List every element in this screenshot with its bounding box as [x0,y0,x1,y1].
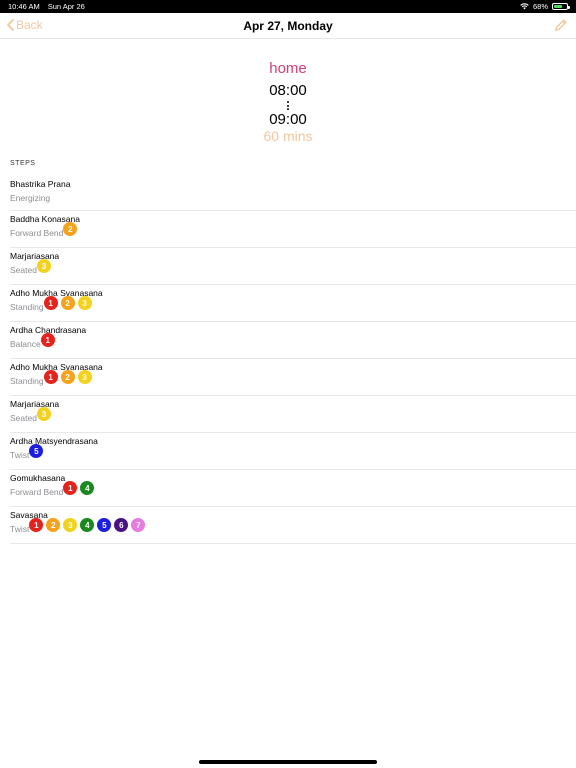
step-row[interactable]: Adho Mukha Svanasana Standing 1 2 3 [10,285,576,322]
level-badge: 2 [46,518,61,532]
level-badges: 14 [63,481,95,495]
step-detail: Twist 5 [10,444,576,461]
level-badge: 7 [131,518,146,532]
step-detail: Seated 3 [10,407,576,424]
level-badge: 5 [29,444,44,458]
step-name: Marjariasana [10,251,60,261]
level-badge: 4 [80,518,95,532]
session-header: home 08:00 09:00 60 mins [0,60,576,144]
start-time: 08:00 [269,82,307,99]
step-row[interactable]: Bhastrika Prana Energizing [10,178,576,211]
level-badges: 2 [63,222,78,236]
step-category: Standing [10,376,44,386]
level-badge: 6 [114,518,129,532]
navigation-bar: Back Apr 27, Monday [0,13,576,39]
step-detail: Forward Bend 2 [10,222,576,239]
step-category: Standing [10,302,44,312]
home-indicator [199,760,377,764]
status-right: 68% [520,2,570,11]
step-category: Forward Bend [10,228,64,238]
level-badges: 5 [29,444,44,458]
step-category: Seated [10,265,37,275]
step-name: Bhastrika Prana [10,179,71,189]
level-badge: 3 [77,296,92,310]
step-row[interactable]: Ardha Chandrasana Balance 1 [10,322,576,359]
step-name: Adho Mukha Svanasana [10,362,103,372]
status-bar: 10:46 AM Sun Apr 26 68% [0,0,576,13]
chevron-left-icon [7,19,14,31]
step-detail: Standing 1 2 3 [10,296,576,313]
step-row[interactable]: Marjariasana Seated 3 [10,248,576,285]
pencil-icon[interactable] [554,18,568,32]
level-badge: 5 [97,518,112,532]
step-category: Energizing [10,193,51,203]
level-badge: 1 [29,518,44,532]
time-separator-dots [0,101,576,110]
step-row[interactable]: Gomukhasana Forward Bend 1 4 [10,470,576,507]
level-badges: 123 [43,370,92,384]
step-detail: Seated 3 [10,259,576,276]
level-badge: 3 [36,407,51,421]
back-label: Back [16,18,43,32]
level-badge: 3 [77,370,92,384]
step-row[interactable]: Adho Mukha Svanasana Standing 1 2 3 [10,359,576,396]
status-time: 10:46 AM [8,2,40,11]
step-category: Seated [10,413,37,423]
session-location: home [269,60,307,77]
step-detail: Twist 1 2 3 4 5 6 7 [10,518,576,535]
step-name: Adho Mukha Svanasana [10,288,103,298]
page-title: Apr 27, Monday [243,18,333,33]
level-badge: 2 [60,296,75,310]
step-row[interactable]: Ardha Matsyendrasana Twist 5 [10,433,576,470]
step-name: Marjariasana [10,399,60,409]
level-badge: 1 [43,296,58,310]
level-badge: 3 [36,259,51,273]
status-date: Sun Apr 26 [47,2,85,11]
step-category: Twist [10,524,30,534]
step-row[interactable]: Savasana Twist 1 2 3 4 5 6 7 [10,507,576,544]
wifi-icon [520,3,529,10]
step-detail: Energizing [10,191,576,204]
step-category: Forward Bend [10,487,64,497]
level-badges: 123 [43,296,92,310]
level-badges: 3 [36,407,51,421]
step-name: Baddha Konasana [10,214,80,224]
level-badge: 4 [80,481,95,495]
session-duration: 60 mins [263,128,313,144]
steps-list: Bhastrika Prana Energizing Baddha Konasana… [0,178,576,544]
steps-section-label: STEPS [10,160,36,167]
step-name: Ardha Chandrasana [10,325,87,335]
battery-icon [552,3,570,10]
step-row[interactable]: Baddha Konasana Forward Bend 2 [10,211,576,248]
level-badges: 1 [40,333,55,347]
back-button[interactable]: Back [6,18,43,32]
step-detail: Standing 1 2 3 [10,370,576,387]
level-badge: 1 [40,333,55,347]
battery-percent: 68% [532,2,548,11]
level-badge: 1 [43,370,58,384]
step-category: Twist [10,450,30,460]
step-row[interactable]: Marjariasana Seated 3 [10,396,576,433]
level-badge: 2 [60,370,75,384]
level-badge: 2 [63,222,78,236]
level-badge: 1 [63,481,78,495]
level-badges: 3 [36,259,51,273]
step-detail: Balance 1 [10,333,576,350]
step-name: Ardha Matsyendrasana [10,436,98,446]
level-badge: 3 [63,518,78,532]
level-badges: 1234567 [29,518,146,532]
step-name: Gomukhasana [10,473,66,483]
step-category: Balance [10,339,41,349]
end-time: 09:00 [269,111,307,128]
step-detail: Forward Bend 1 4 [10,481,576,498]
